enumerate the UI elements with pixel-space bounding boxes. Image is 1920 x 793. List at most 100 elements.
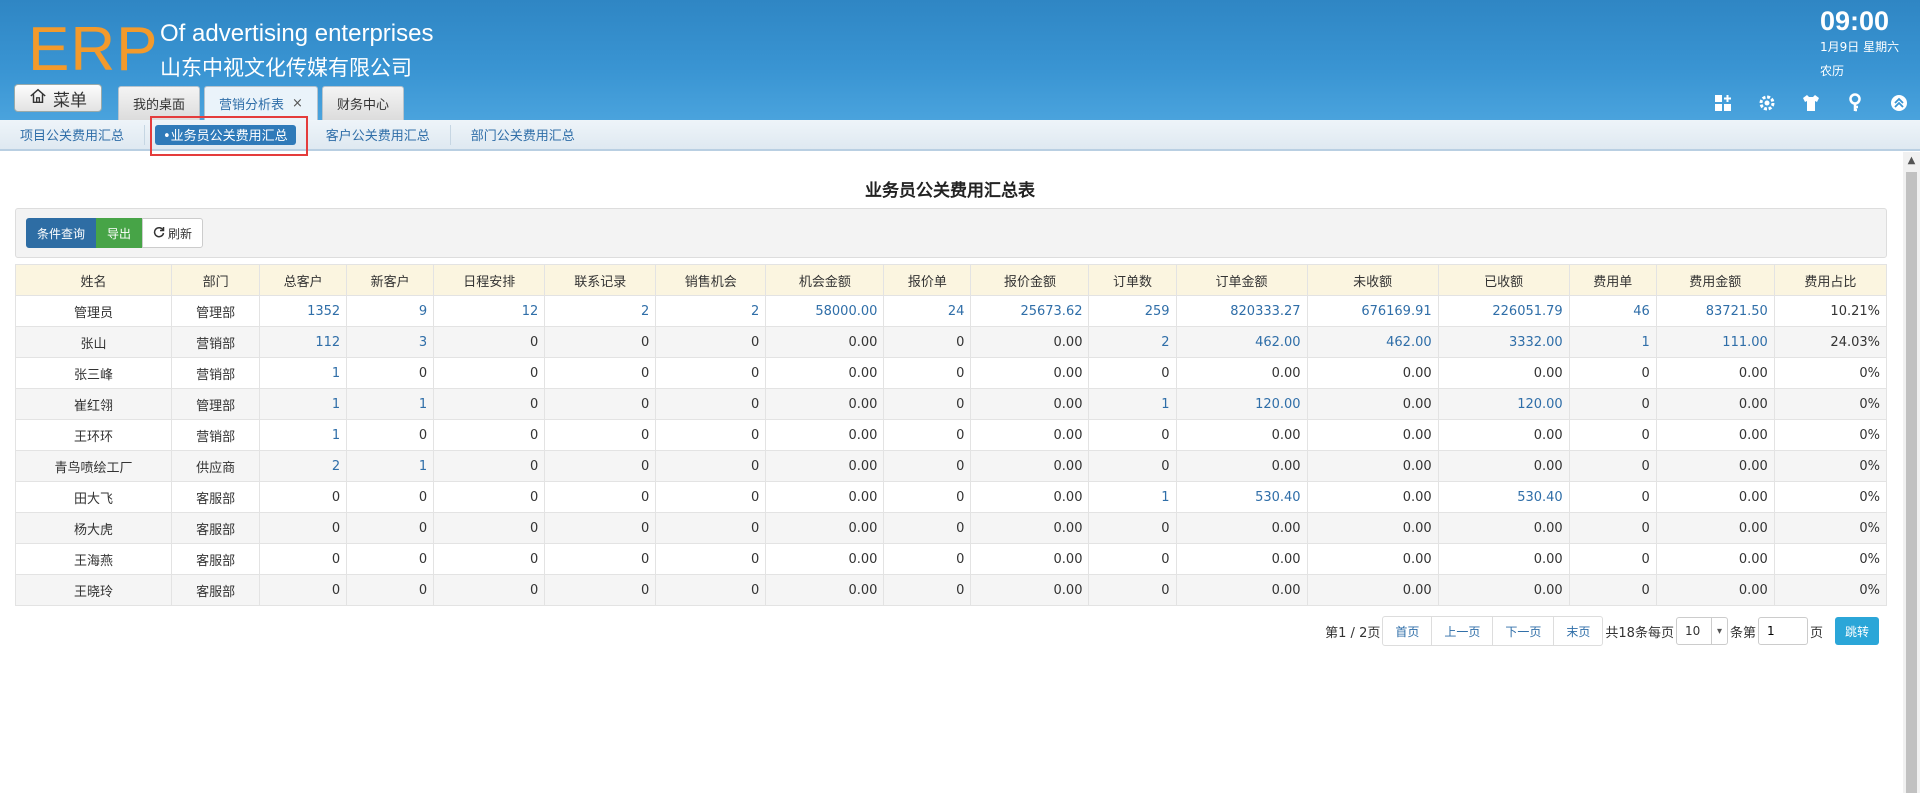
chevron-down-icon: ▾: [1710, 618, 1727, 644]
cell-link[interactable]: 259: [1145, 304, 1170, 319]
cell-link[interactable]: 2: [332, 459, 340, 474]
scrollbar-thumb[interactable]: [1906, 172, 1917, 793]
vertical-scrollbar[interactable]: ▲: [1903, 152, 1920, 793]
table-cell: 崔红翎: [14, 388, 173, 420]
shirt-icon[interactable]: [1800, 92, 1822, 114]
go-button[interactable]: 跳转: [1834, 617, 1879, 645]
tab-marketing-analysis[interactable]: 营销分析表 ×: [204, 86, 318, 120]
table-cell: 1: [1088, 481, 1177, 513]
subnav-project-expense[interactable]: 项目公关费用汇总: [0, 124, 146, 145]
cell-link[interactable]: 58000.00: [815, 304, 877, 319]
table-cell: 226051.79: [1437, 295, 1570, 327]
table-cell: 0.00: [1655, 512, 1775, 544]
table-cell: 0.00: [970, 481, 1090, 513]
cell-link[interactable]: 25673.62: [1020, 304, 1082, 319]
cell-link[interactable]: 1: [1161, 490, 1169, 505]
menu-button[interactable]: 菜单: [14, 84, 102, 112]
key-icon[interactable]: [1844, 92, 1866, 114]
column-header: 销售机会: [655, 264, 767, 296]
grid-add-icon[interactable]: [1712, 92, 1734, 114]
cell-link[interactable]: 1352: [307, 304, 340, 319]
cell-link[interactable]: 1: [1161, 397, 1169, 412]
subnav-salesperson-expense[interactable]: •业务员公关费用汇总: [155, 124, 296, 145]
page-unit: 页: [1809, 625, 1823, 641]
cell-link[interactable]: 462.00: [1255, 335, 1301, 350]
table-cell: 0: [1088, 543, 1177, 575]
cell-link[interactable]: 2: [751, 304, 759, 319]
refresh-button[interactable]: 刷新: [142, 218, 204, 248]
page-number-input[interactable]: [1757, 617, 1808, 645]
cell-link[interactable]: 12: [522, 304, 539, 319]
page-buttons: 首页 上一页 下一页 末页: [1382, 616, 1604, 646]
table-cell: 0.00: [1655, 388, 1775, 420]
table-cell: 杨大虎: [14, 512, 173, 544]
table-cell: 青鸟喷绘工厂: [14, 450, 173, 482]
prev-page-button[interactable]: 上一页: [1432, 617, 1494, 645]
export-button[interactable]: 导出: [96, 218, 143, 248]
table-cell: 0.00: [970, 574, 1090, 606]
cell-link[interactable]: 226051.79: [1492, 304, 1562, 319]
next-page-button[interactable]: 下一页: [1493, 617, 1555, 645]
cell-link[interactable]: 120.00: [1517, 397, 1563, 412]
cell-link[interactable]: 1: [332, 428, 340, 443]
gear-icon[interactable]: [1756, 92, 1778, 114]
cell-link[interactable]: 462.00: [1386, 335, 1432, 350]
cell-link[interactable]: 3332.00: [1509, 335, 1563, 350]
cell-link[interactable]: 2: [641, 304, 649, 319]
subnav-department-expense[interactable]: 部门公关费用汇总: [451, 125, 595, 145]
table-cell: 0.00: [1306, 450, 1439, 482]
last-page-button[interactable]: 末页: [1554, 617, 1602, 645]
cell-link[interactable]: 530.40: [1255, 490, 1301, 505]
close-icon[interactable]: ×: [292, 96, 303, 111]
cell-link[interactable]: 83721.50: [1706, 304, 1768, 319]
table-cell: 0.00: [1655, 357, 1775, 389]
cell-link[interactable]: 820333.27: [1230, 304, 1300, 319]
table-cell: 0: [346, 357, 435, 389]
subnav-customer-expense[interactable]: 客户公关费用汇总: [306, 124, 451, 145]
column-header: 新客户: [346, 264, 435, 296]
first-page-button[interactable]: 首页: [1383, 617, 1433, 645]
cell-link[interactable]: 1: [332, 366, 340, 381]
cell-link[interactable]: 24: [948, 304, 965, 319]
page-size-select[interactable]: 10 ▾: [1675, 617, 1728, 645]
table-cell: 0: [259, 512, 348, 544]
workspace-tabs: 我的桌面 营销分析表 × 财务中心: [118, 86, 404, 120]
table-cell: 3332.00: [1437, 326, 1570, 358]
table-cell: 10.21%: [1773, 295, 1888, 327]
column-header: 报价单: [883, 264, 972, 296]
column-header: 费用金额: [1655, 264, 1775, 296]
table-cell: 0: [346, 574, 435, 606]
table-cell: 客服部: [171, 481, 261, 513]
cell-link[interactable]: 112: [315, 335, 340, 350]
table-row: 杨大虎 客服部 0 0 0 0 0 0.00 0 0.00 0 0.00 0.00 0.00 0 0.00 0%: [14, 512, 1888, 544]
scroll-up-icon[interactable]: ▲: [1903, 152, 1920, 169]
table-cell: 0: [259, 481, 348, 513]
table-cell: 0.00: [970, 512, 1090, 544]
table-cell: 46: [1568, 295, 1657, 327]
table-cell: 0: [1568, 450, 1657, 482]
table-cell: 1: [259, 388, 348, 420]
cell-link[interactable]: 530.40: [1517, 490, 1563, 505]
cell-link[interactable]: 1: [419, 459, 427, 474]
tab-label: 营销分析表: [219, 98, 285, 113]
table-cell: 0.00: [1306, 419, 1439, 451]
tab-finance-center[interactable]: 财务中心: [321, 86, 404, 120]
cell-link[interactable]: 1: [1641, 335, 1649, 350]
table-cell: 客服部: [171, 574, 261, 606]
table-cell: 0.00: [1175, 512, 1308, 544]
cell-link[interactable]: 111.00: [1722, 335, 1768, 350]
query-button[interactable]: 条件查询: [26, 218, 97, 248]
cell-link[interactable]: 46: [1633, 304, 1650, 319]
cell-link[interactable]: 676169.91: [1361, 304, 1431, 319]
table-cell: 0: [1568, 388, 1657, 420]
cell-link[interactable]: 1: [332, 397, 340, 412]
table-cell: 0: [655, 388, 767, 420]
tab-my-desktop[interactable]: 我的桌面: [118, 86, 201, 120]
cell-link[interactable]: 9: [419, 304, 427, 319]
collapse-up-icon[interactable]: [1888, 92, 1910, 114]
cell-link[interactable]: 1: [419, 397, 427, 412]
cell-link[interactable]: 3: [419, 335, 427, 350]
column-header: 部门: [171, 264, 261, 296]
cell-link[interactable]: 2: [1161, 335, 1169, 350]
cell-link[interactable]: 120.00: [1255, 397, 1301, 412]
